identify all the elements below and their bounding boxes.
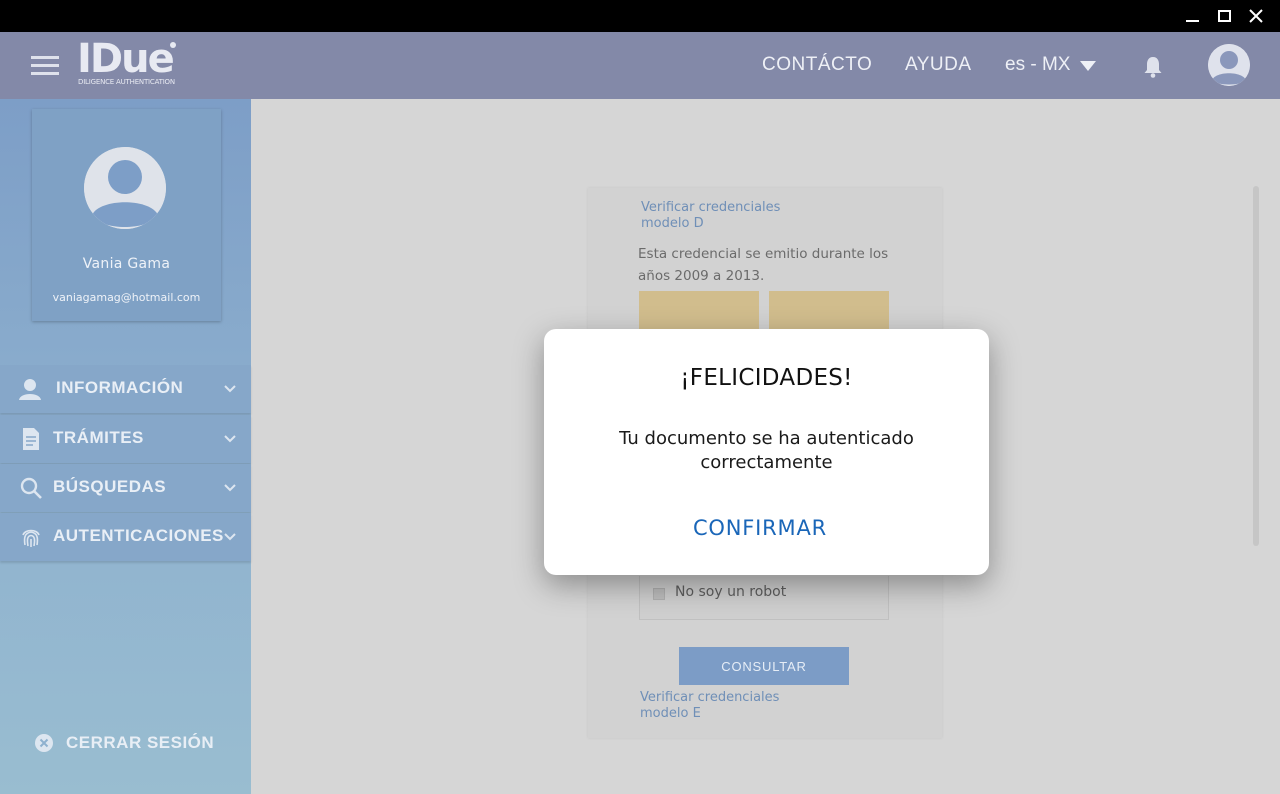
sidebar-item-label: INFORMACIÓN: [56, 378, 184, 397]
sidebar-item-tramites[interactable]: TRÁMITES: [0, 415, 251, 463]
captcha-widget[interactable]: No soy un robot: [639, 576, 889, 620]
minimize-icon: [1185, 20, 1199, 22]
nav-contact-link[interactable]: CONTÁCTO: [762, 54, 872, 76]
window-titlebar: [0, 0, 1280, 32]
maximize-icon: [1217, 10, 1231, 22]
chevron-down-icon: [224, 533, 236, 541]
credential-description: Esta credencial se emitio durante los añ…: [638, 246, 889, 284]
main-scrollbar[interactable]: [1253, 186, 1259, 546]
profile-card: Vania Gama vaniagamag@hotmail.com: [32, 109, 221, 321]
hamburger-bar: [31, 64, 59, 67]
hamburger-bar: [31, 56, 59, 59]
language-selector[interactable]: es - MX: [1005, 54, 1097, 76]
chevron-down-icon: [224, 484, 236, 492]
logout-label: CERRAR SESIÓN: [66, 733, 215, 752]
credential-front-image: [639, 291, 759, 331]
hamburger-bar: [31, 72, 59, 75]
avatar: [84, 147, 166, 229]
caret-down-icon: [1080, 61, 1097, 71]
captcha-label: No soy un robot: [675, 584, 787, 600]
avatar-icon: [1208, 44, 1250, 86]
document-icon: [23, 428, 39, 450]
captcha-checkbox[interactable]: [653, 588, 665, 600]
bell-icon[interactable]: [1142, 55, 1164, 79]
credential-back-image: [769, 291, 889, 331]
user-silhouette-icon: [84, 147, 166, 229]
dialog-title: ¡FELICIDADES!: [680, 365, 853, 391]
app-logo: IDue DILIGENCE AUTHENTICATION: [77, 36, 187, 90]
sidebar-item-label: BÚSQUEDAS: [53, 477, 167, 496]
language-value: es - MX: [1005, 54, 1071, 75]
maximize-window-button[interactable]: [1208, 0, 1240, 32]
profile-name: Vania Gama: [82, 256, 171, 272]
success-dialog: ¡FELICIDADES! Tu documento se ha autenti…: [544, 329, 989, 575]
confirm-button[interactable]: CONFIRMAR: [690, 516, 830, 546]
verify-model-e-link[interactable]: Verificar credenciales modelo E: [640, 690, 810, 722]
nav-help-link[interactable]: AYUDA: [905, 54, 972, 76]
user-avatar-button[interactable]: [1208, 44, 1250, 86]
minimize-window-button[interactable]: [1176, 0, 1208, 32]
search-icon: [20, 477, 42, 499]
sidebar-item-autenticaciones[interactable]: AUTENTICACIONES: [0, 513, 251, 561]
hamburger-menu-button[interactable]: [31, 56, 59, 76]
sidebar-item-informacion[interactable]: INFORMACIÓN: [0, 365, 251, 413]
chevron-down-icon: [224, 385, 236, 393]
close-circle-icon: [35, 734, 53, 752]
chevron-down-icon: [224, 435, 236, 443]
sidebar-item-label: AUTENTICACIONES: [53, 526, 224, 545]
logout-button[interactable]: CERRAR SESIÓN: [34, 731, 214, 755]
close-icon: [1249, 9, 1263, 23]
logo-dot: [170, 42, 176, 48]
sidebar-item-label: TRÁMITES: [53, 428, 144, 447]
verify-model-d-link[interactable]: Verificar credenciales modelo D: [641, 200, 811, 232]
dialog-message: Tu documento se ha autenticado correctam…: [619, 428, 914, 473]
logo-subtitle: DILIGENCE AUTHENTICATION: [78, 78, 175, 86]
fingerprint-icon: [22, 529, 40, 547]
person-icon: [19, 379, 41, 400]
app-header: IDue DILIGENCE AUTHENTICATION CONTÁCTO A…: [0, 32, 1280, 99]
sidebar-item-busquedas[interactable]: BÚSQUEDAS: [0, 464, 251, 512]
close-window-button[interactable]: [1240, 0, 1272, 32]
logo-text: IDue: [77, 36, 175, 82]
sidebar: Vania Gama vaniagamag@hotmail.com INFORM…: [0, 99, 251, 794]
profile-email: vaniagamag@hotmail.com: [52, 291, 201, 304]
consult-button[interactable]: CONSULTAR: [679, 647, 849, 685]
